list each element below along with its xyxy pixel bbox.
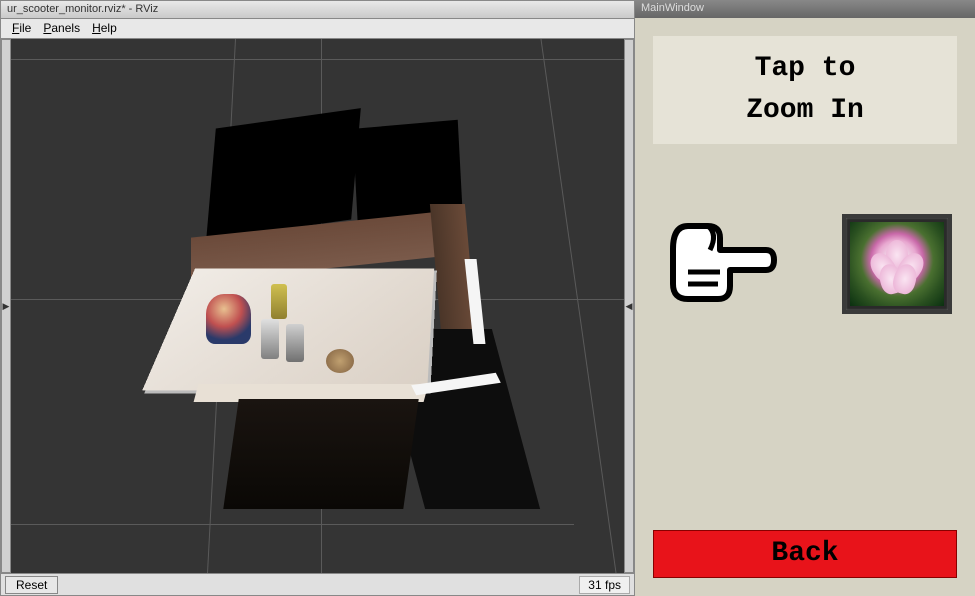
object-can xyxy=(286,324,304,362)
menu-panels[interactable]: Panels xyxy=(40,21,83,36)
rviz-titlebar: ur_scooter_monitor.rviz* - RViz xyxy=(1,1,634,19)
tap-line-1: Tap to xyxy=(663,48,947,90)
left-panel-handle[interactable]: ▶ xyxy=(1,39,11,573)
mainwindow-content: Tap to Zoom In xyxy=(635,18,975,596)
rviz-title-text: ur_scooter_monitor.rviz* - RViz xyxy=(7,3,158,15)
object-doll xyxy=(206,294,251,344)
grid-line xyxy=(540,39,616,573)
preview-thumbnail[interactable] xyxy=(842,214,952,314)
flower-image xyxy=(850,222,944,306)
grid-line xyxy=(11,59,624,60)
reset-button[interactable]: Reset xyxy=(5,576,58,594)
rviz-statusbar: Reset 31 fps xyxy=(1,573,634,595)
table-underside xyxy=(223,399,418,509)
pointcloud-scene xyxy=(131,119,511,539)
fps-readout: 31 fps xyxy=(579,576,630,594)
object-bottle xyxy=(271,284,287,319)
object-round xyxy=(326,349,354,373)
main-window: MainWindow Tap to Zoom In xyxy=(635,0,975,596)
menu-file[interactable]: File xyxy=(9,21,34,36)
mainwindow-title-text: MainWindow xyxy=(641,2,704,14)
tap-line-2: Zoom In xyxy=(663,90,947,132)
viewport-container: ▶ xyxy=(1,39,634,573)
right-panel-handle[interactable]: ◀ xyxy=(624,39,634,573)
rviz-3d-viewport[interactable] xyxy=(11,39,624,573)
tap-to-zoom-label[interactable]: Tap to Zoom In xyxy=(653,36,957,144)
object-can xyxy=(261,319,279,359)
occluded-region xyxy=(206,108,361,240)
rviz-window: ur_scooter_monitor.rviz* - RViz File Pan… xyxy=(0,0,635,596)
pointing-hand-icon xyxy=(658,214,778,314)
rviz-menubar: File Panels Help xyxy=(1,19,634,39)
back-button[interactable]: Back xyxy=(653,530,957,578)
menu-help[interactable]: Help xyxy=(89,21,120,36)
mainwindow-titlebar: MainWindow xyxy=(635,0,975,18)
middle-row xyxy=(653,214,957,314)
